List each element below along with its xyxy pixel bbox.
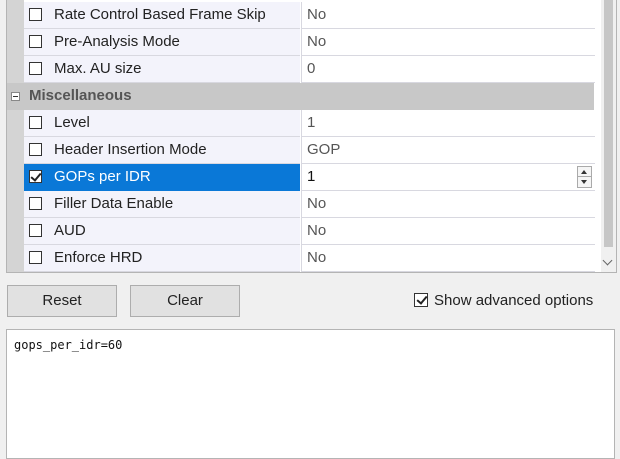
row-checkbox[interactable] [29, 8, 42, 21]
property-row-gops-per-idr[interactable]: GOPs per IDR 1 [7, 164, 595, 191]
collapse-toggle-icon[interactable] [11, 92, 20, 101]
property-row-pre-analysis-mode[interactable]: Pre-Analysis Mode No [7, 29, 595, 56]
spin-up-icon[interactable] [578, 167, 591, 177]
category-label: Miscellaneous [29, 87, 132, 104]
options-output-text: gops_per_idr=60 [14, 338, 123, 352]
property-row-aud[interactable]: AUD No [7, 218, 595, 245]
property-label: Pre-Analysis Mode [54, 33, 180, 50]
property-label: Enforce HRD [54, 249, 143, 266]
clear-button[interactable]: Clear [130, 285, 240, 317]
property-value[interactable]: No [307, 249, 326, 266]
row-checkbox[interactable] [29, 170, 42, 183]
property-label: Max. AU size [54, 60, 142, 77]
property-row-filler-data-enable[interactable]: Filler Data Enable No [7, 191, 595, 218]
property-label: Level [54, 114, 90, 131]
property-value[interactable]: No [307, 222, 326, 239]
property-row-max-au-size[interactable]: Max. AU size 0 [7, 56, 595, 83]
row-checkbox[interactable] [29, 62, 42, 75]
checkmark-icon[interactable] [414, 293, 428, 307]
row-checkbox[interactable] [29, 116, 42, 129]
scrollbar-thumb[interactable] [604, 0, 613, 247]
reset-button[interactable]: Reset [7, 285, 117, 317]
property-label: Filler Data Enable [54, 195, 174, 212]
grid-rows: Rate Control Based Frame Skip No Pre-Ana… [7, 2, 595, 272]
spin-down-icon[interactable] [578, 177, 591, 187]
row-checkbox[interactable] [29, 197, 42, 210]
show-advanced-options-label: Show advanced options [434, 292, 594, 309]
vertical-scrollbar[interactable] [601, 0, 616, 272]
property-value[interactable]: 1 [307, 114, 315, 131]
value-spinner[interactable] [577, 166, 592, 188]
row-checkbox[interactable] [29, 35, 42, 48]
category-header-miscellaneous[interactable]: Miscellaneous [7, 83, 594, 110]
property-row-level[interactable]: Level 1 [7, 110, 595, 137]
property-value[interactable]: No [307, 33, 326, 50]
property-label: AUD [54, 222, 86, 239]
property-label: Rate Control Based Frame Skip [54, 6, 266, 23]
row-checkbox[interactable] [29, 143, 42, 156]
row-checkbox[interactable] [29, 251, 42, 264]
property-label: GOPs per IDR [54, 168, 151, 185]
property-value[interactable]: 0 [307, 60, 315, 77]
property-value[interactable]: No [307, 6, 326, 23]
property-value[interactable]: No [307, 195, 326, 212]
gops-per-idr-input[interactable]: 1 [307, 168, 315, 185]
scroll-down-icon[interactable] [602, 255, 613, 266]
property-row-enforce-hrd[interactable]: Enforce HRD No [7, 245, 595, 272]
property-label: Header Insertion Mode [54, 141, 207, 158]
property-row-header-insertion-mode[interactable]: Header Insertion Mode GOP [7, 137, 595, 164]
property-value[interactable]: GOP [307, 141, 340, 158]
property-row-rate-control-frame-skip[interactable]: Rate Control Based Frame Skip No [7, 2, 595, 29]
options-output-textarea[interactable]: gops_per_idr=60 [6, 329, 615, 459]
property-grid: Rate Control Based Frame Skip No Pre-Ana… [6, 0, 617, 273]
row-checkbox[interactable] [29, 224, 42, 237]
